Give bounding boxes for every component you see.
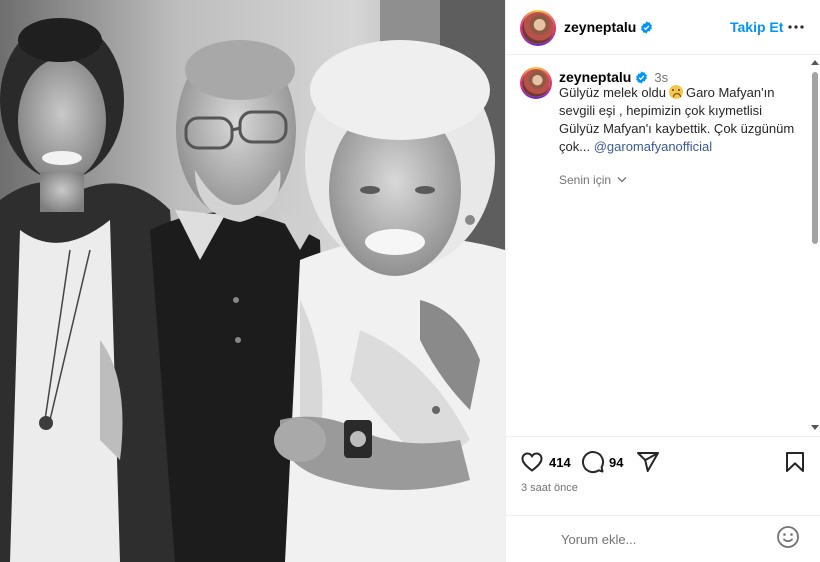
post-actions: 414 94 3 saat önce bbox=[506, 436, 820, 516]
post-detail-pane: zeyneptalu Takip Et zeyneptalu 3s Gülyüz … bbox=[505, 0, 820, 562]
caption-time[interactable]: 3s bbox=[654, 70, 668, 85]
post-photo-image bbox=[0, 0, 505, 562]
caption-username[interactable]: zeyneptalu bbox=[559, 69, 631, 85]
post-caption: zeyneptalu 3s Gülyüz melek oldu Garo Mafya… bbox=[506, 55, 820, 435]
scroll-up-arrow-icon[interactable] bbox=[811, 60, 819, 65]
caption-text-part1: Gülyüz melek oldu bbox=[559, 85, 666, 100]
chevron-down-icon bbox=[617, 177, 627, 183]
follow-button[interactable]: Takip Et bbox=[730, 19, 783, 35]
verified-badge-icon bbox=[636, 71, 648, 84]
comment-icon[interactable] bbox=[581, 450, 605, 474]
avatar[interactable] bbox=[520, 10, 556, 46]
caption-avatar[interactable] bbox=[520, 67, 552, 99]
smiley-icon[interactable] bbox=[776, 525, 800, 549]
scrollbar-thumb[interactable] bbox=[812, 72, 818, 244]
comments-count[interactable]: 94 bbox=[609, 455, 623, 470]
scroll-down-arrow-icon[interactable] bbox=[811, 425, 819, 430]
comment-input[interactable] bbox=[561, 527, 761, 551]
crying-face-emoji-icon bbox=[668, 85, 683, 99]
for-you-toggle[interactable]: Senin için bbox=[559, 173, 627, 187]
header-username-text[interactable]: zeyneptalu bbox=[564, 19, 636, 35]
for-you-label: Senin için bbox=[559, 173, 612, 187]
heart-icon[interactable] bbox=[520, 450, 544, 474]
caption-header: zeyneptalu 3s bbox=[559, 69, 668, 85]
post-time-ago[interactable]: 3 saat önce bbox=[521, 482, 578, 494]
caption-scrollbar[interactable] bbox=[809, 58, 820, 432]
bookmark-icon[interactable] bbox=[783, 450, 807, 474]
post-photo bbox=[0, 0, 505, 562]
post-header: zeyneptalu Takip Et bbox=[506, 0, 820, 55]
caption-text: Gülyüz melek oldu Garo Mafyan'ın sevgili … bbox=[559, 84, 799, 156]
header-username[interactable]: zeyneptalu bbox=[564, 19, 653, 35]
more-horizontal-icon[interactable] bbox=[786, 17, 806, 37]
comment-box bbox=[506, 515, 820, 562]
likes-count[interactable]: 414 bbox=[549, 455, 571, 470]
verified-badge-icon bbox=[641, 21, 653, 34]
mention-link[interactable]: @garomafyanofficial bbox=[594, 139, 712, 154]
send-icon[interactable] bbox=[636, 450, 660, 474]
